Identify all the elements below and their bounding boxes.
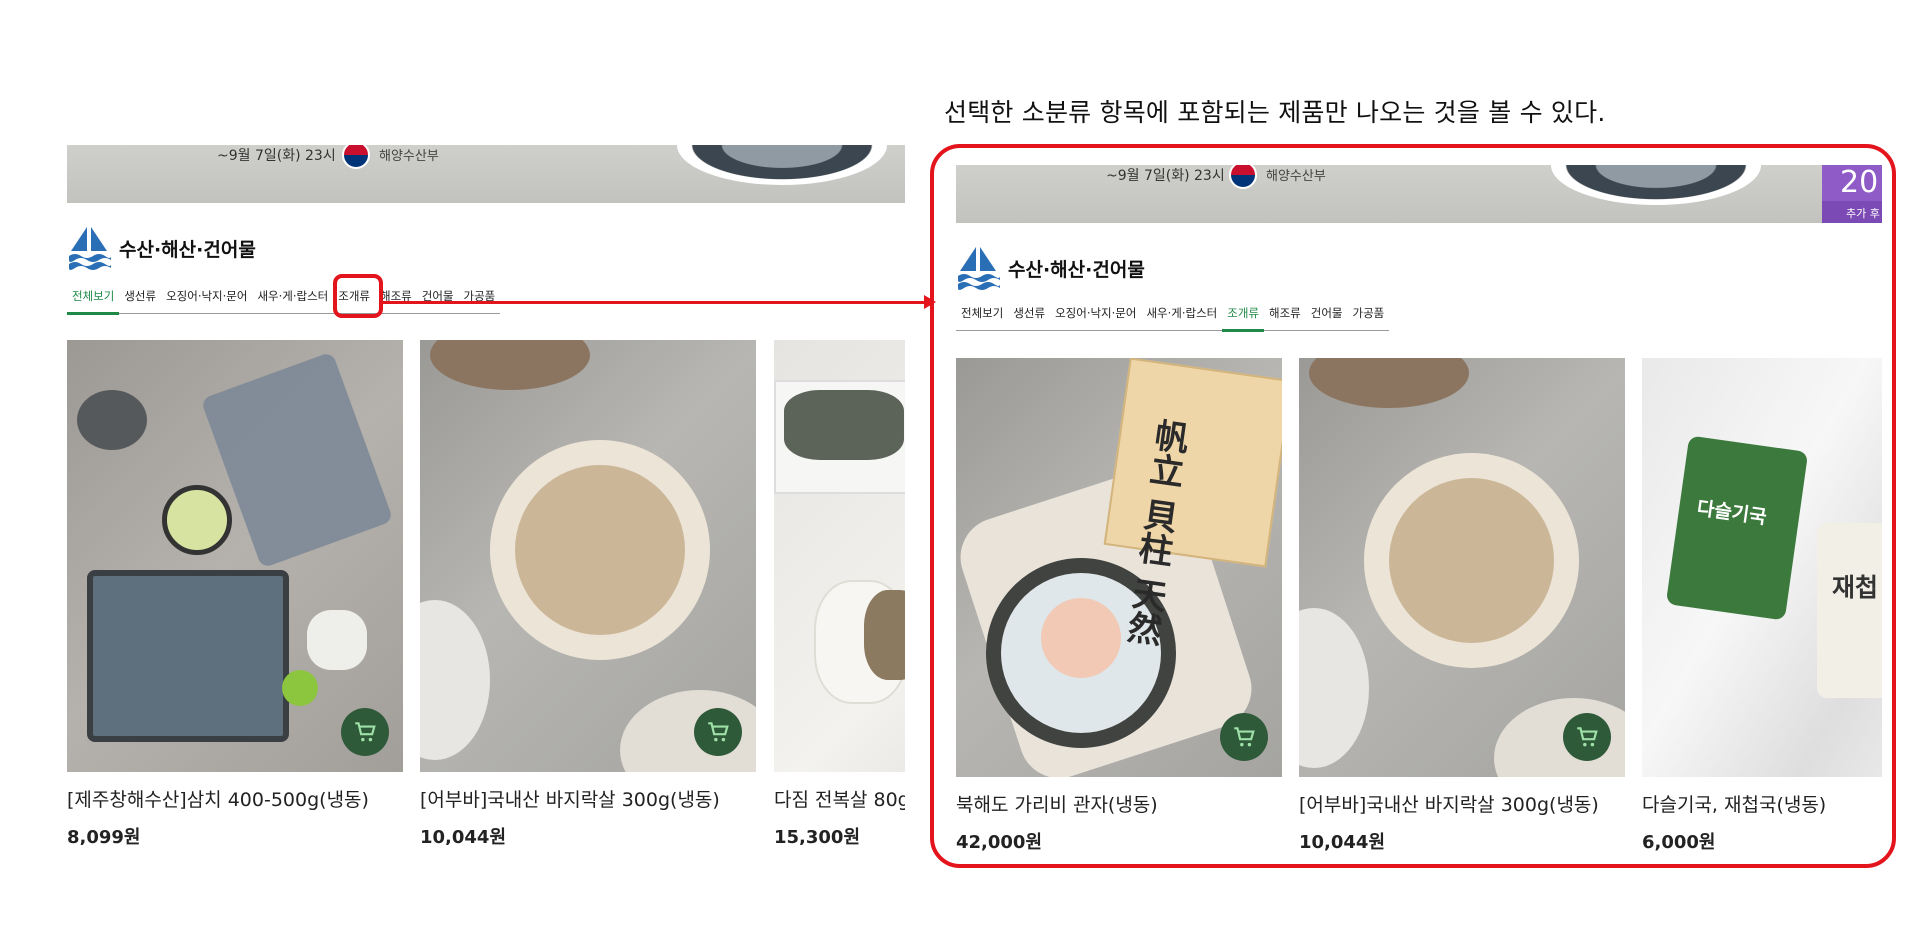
product-image[interactable] [67, 340, 403, 772]
product-name[interactable]: [어부바]국내산 바지락살 300g(냉동) [420, 785, 756, 812]
add-to-cart-button[interactable] [341, 708, 389, 756]
fish-plate-image [677, 145, 887, 185]
product-card[interactable]: 다짐 전복살 80g 15,300원 [774, 340, 905, 845]
ministry-name: 해양수산부 [379, 149, 439, 164]
top-banner[interactable]: ~9월 7일(화) 23시 해양수산부 [67, 145, 905, 203]
add-to-cart-button[interactable] [694, 708, 742, 756]
category-title: 수산·해산·건어물 [119, 238, 256, 261]
cart-icon [708, 722, 729, 742]
banner-date: ~9월 7일(화) 23시 [217, 148, 336, 164]
cart-icon [355, 722, 376, 742]
shellfish-tab-highlight [333, 274, 383, 318]
tab-all[interactable]: 전체보기 [67, 288, 120, 315]
ministry-logo-icon [342, 145, 370, 169]
product-price: 8,099원 [67, 827, 141, 845]
product-price: 10,044원 [420, 827, 507, 845]
product-image[interactable] [420, 340, 756, 772]
tab-shrimp-crab-lobster[interactable]: 새우·게·랍스터 [252, 288, 333, 313]
product-name[interactable]: 다짐 전복살 80g [774, 785, 905, 812]
left-screenshot-panel: ~9월 7일(화) 23시 해양수산부 수산·해산·건어물 전체보기 생선류 오… [67, 145, 905, 845]
tab-squid-octopus[interactable]: 오징어·낙지·문어 [161, 288, 252, 313]
product-list: [제주창해수산]삼치 400-500g(냉동) 8,099원 [어부바]국내산 … [67, 340, 905, 845]
product-price: 15,300원 [774, 827, 861, 845]
annotation-caption: 선택한 소분류 항목에 포함되는 제품만 나오는 것을 볼 수 있다. [944, 98, 1606, 127]
tab-fish[interactable]: 생선류 [119, 288, 161, 313]
sailboat-logo-icon [69, 227, 111, 270]
product-name[interactable]: [제주창해수산]삼치 400-500g(냉동) [67, 785, 403, 812]
category-header: 수산·해산·건어물 [67, 225, 256, 271]
product-card[interactable]: [어부바]국내산 바지락살 300g(냉동) 10,044원 [420, 340, 756, 845]
annotation-arrow [383, 301, 928, 304]
highlight-frame [930, 144, 1896, 868]
product-card[interactable]: [제주창해수산]삼치 400-500g(냉동) 8,099원 [67, 340, 403, 845]
product-image[interactable] [774, 340, 905, 772]
